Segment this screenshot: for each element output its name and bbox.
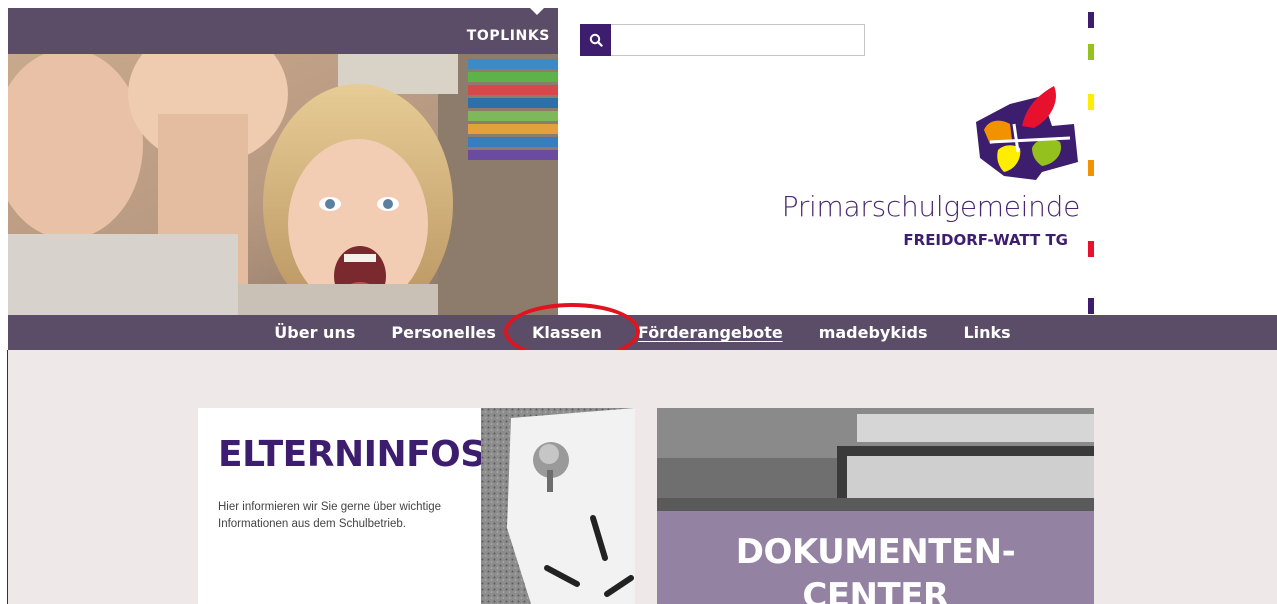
logo-title: Primarschulgemeinde — [781, 190, 1081, 223]
nav-item-foerderangebote[interactable]: Förderangebote — [620, 323, 801, 342]
nav-item-ueber-uns[interactable]: Über uns — [256, 323, 373, 342]
nav-item-klassen[interactable]: Klassen — [514, 323, 620, 342]
nav-item-madebykids[interactable]: madebykids — [801, 323, 946, 342]
search-button[interactable] — [580, 24, 611, 56]
search-icon — [589, 33, 603, 47]
strip-segment — [1088, 12, 1094, 28]
decorative-color-strip — [1088, 10, 1094, 314]
hero-photo-illustration — [8, 54, 558, 315]
nav-item-personelles[interactable]: Personelles — [373, 323, 514, 342]
dokumentencenter-card[interactable]: DOKUMENTEN- CENTER — [657, 408, 1094, 604]
strip-segment — [1088, 94, 1094, 110]
toplinks-bar: TOPLINKS — [8, 8, 558, 54]
elterninfos-title: ELTERNINFOS — [218, 434, 486, 475]
toplinks-button[interactable]: TOPLINKS — [467, 28, 550, 44]
strip-segment — [1088, 241, 1094, 257]
elterninfos-description: Hier informieren wir Sie gerne über wich… — [218, 501, 442, 530]
strip-segment — [1088, 298, 1094, 314]
elterninfos-text-panel: ELTERNINFOS Hier informieren wir Sie ger… — [198, 408, 486, 604]
main-navigation: Über uns Personelles Klassen Förderangeb… — [8, 315, 1277, 350]
toplinks-notch — [530, 8, 544, 15]
school-logo-icon[interactable] — [970, 82, 1080, 182]
dokumentencenter-title: DOKUMENTEN- CENTER — [657, 530, 1094, 604]
dokumentencenter-title-line2: CENTER — [802, 576, 949, 604]
nav-item-links[interactable]: Links — [945, 323, 1028, 342]
search-box — [580, 24, 865, 56]
pinboard-image — [481, 408, 635, 604]
elterninfos-card[interactable]: ELTERNINFOS Hier informieren wir Sie ger… — [198, 408, 635, 604]
dokumentencenter-title-line1: DOKUMENTEN- — [735, 532, 1016, 572]
search-input[interactable] — [611, 24, 865, 56]
left-divider — [7, 350, 8, 604]
logo-subtitle: FREIDORF-WATT TG — [903, 231, 1068, 249]
strip-segment — [1088, 44, 1094, 60]
page: TOPLINKS Primarschulgemeinde FREIDORF-WA… — [0, 0, 1277, 604]
hero-image — [8, 54, 558, 315]
strip-segment — [1088, 160, 1094, 176]
